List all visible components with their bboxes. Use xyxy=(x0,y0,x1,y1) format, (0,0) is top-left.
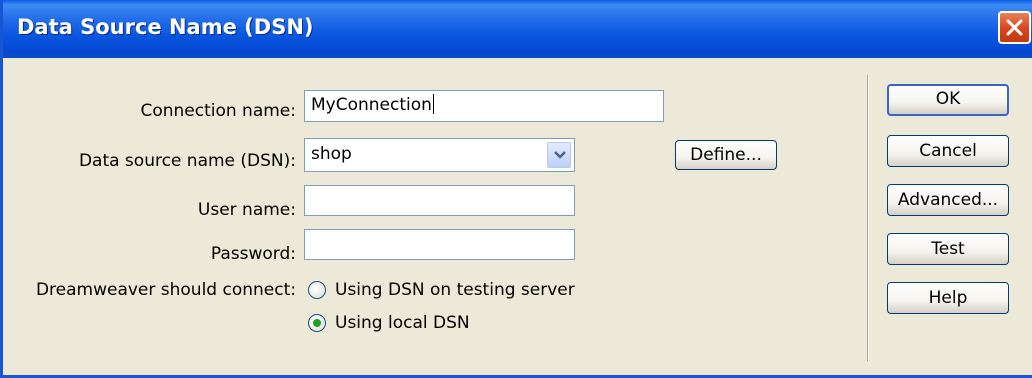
close-icon xyxy=(1006,19,1023,36)
ok-button[interactable]: OK xyxy=(887,84,1009,116)
title-bar[interactable]: Data Source Name (DSN) xyxy=(3,0,1032,58)
radio-selected-dot xyxy=(313,319,321,327)
dsn-dialog: Data Source Name (DSN) Connection name: … xyxy=(0,0,1032,378)
chevron-down-icon xyxy=(554,151,566,159)
cancel-button[interactable]: Cancel xyxy=(887,135,1009,167)
dialog-title: Data Source Name (DSN) xyxy=(17,15,314,39)
dsn-select-value: shop xyxy=(311,144,352,164)
help-button[interactable]: Help xyxy=(887,282,1009,314)
connection-name-input[interactable]: MyConnection xyxy=(304,90,664,122)
connection-name-label: Connection name: xyxy=(140,101,296,121)
connection-name-value: MyConnection xyxy=(311,95,432,115)
connect-label: Dreamweaver should connect: xyxy=(35,280,296,300)
vertical-divider xyxy=(867,75,869,361)
advanced-button[interactable]: Advanced... xyxy=(887,184,1009,216)
define-button[interactable]: Define... xyxy=(675,140,777,170)
password-input[interactable] xyxy=(304,229,575,260)
close-button[interactable] xyxy=(998,11,1031,44)
radio-testing-server[interactable] xyxy=(308,281,326,299)
dialog-body: Connection name: MyConnection Data sourc… xyxy=(6,58,1032,375)
username-label: User name: xyxy=(197,200,296,220)
dsn-select[interactable]: shop xyxy=(304,138,575,172)
radio-testing-server-label[interactable]: Using DSN on testing server xyxy=(335,280,575,300)
radio-local-dsn[interactable] xyxy=(308,314,326,332)
radio-local-dsn-label[interactable]: Using local DSN xyxy=(335,313,470,333)
test-button[interactable]: Test xyxy=(887,233,1009,265)
username-input[interactable] xyxy=(304,185,575,216)
text-caret xyxy=(432,94,434,114)
dsn-label: Data source name (DSN): xyxy=(78,151,296,171)
password-label: Password: xyxy=(210,244,296,264)
dsn-dropdown-button[interactable] xyxy=(547,142,571,168)
